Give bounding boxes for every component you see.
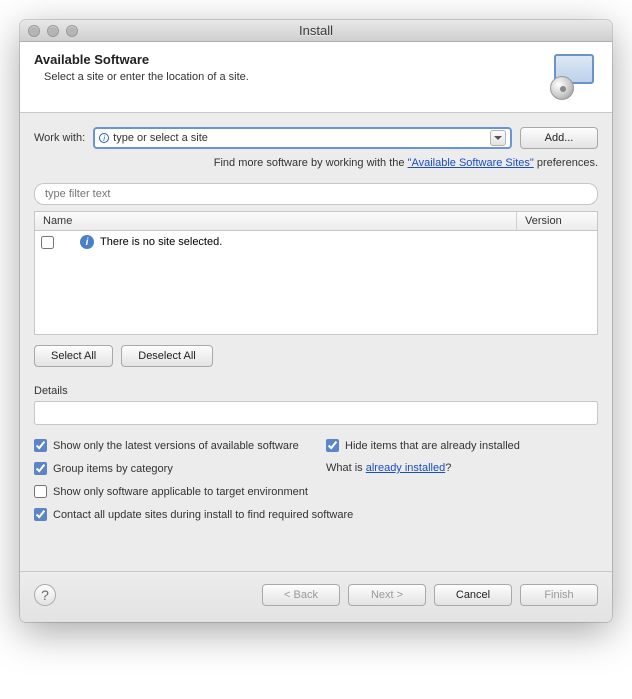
software-sites-hint: Find more software by working with the "… (34, 157, 598, 169)
opt-target-env-checkbox[interactable] (34, 485, 47, 498)
opt-target-env[interactable]: Show only software applicable to target … (34, 485, 598, 498)
add-site-button[interactable]: Add... (520, 127, 598, 149)
opt-contact-sites[interactable]: Contact all update sites during install … (34, 508, 598, 521)
next-button[interactable]: Next > (348, 584, 426, 606)
details-text (34, 401, 598, 425)
software-tree[interactable]: i There is no site selected. (34, 231, 598, 335)
what-installed-hint: What is already installed? (326, 462, 598, 475)
work-with-combo[interactable]: i type or select a site (93, 127, 512, 149)
available-sites-link[interactable]: "Available Software Sites" (408, 157, 534, 169)
column-name[interactable]: Name (35, 212, 517, 230)
details-label: Details (34, 385, 598, 397)
table-header: Name Version (34, 211, 598, 231)
opt-hide-installed-checkbox[interactable] (326, 439, 339, 452)
install-dialog: Install Available Software Select a site… (20, 20, 612, 622)
work-with-value: type or select a site (113, 132, 490, 144)
options-grid: Show only the latest versions of availab… (34, 439, 598, 521)
wizard-header: Available Software Select a site or ente… (20, 42, 612, 113)
page-title: Available Software (34, 52, 249, 67)
install-icon (550, 52, 598, 100)
back-button[interactable]: < Back (262, 584, 340, 606)
empty-message: There is no site selected. (100, 236, 222, 248)
row-checkbox[interactable] (41, 236, 54, 249)
page-subtitle: Select a site or enter the location of a… (34, 71, 249, 83)
already-installed-link[interactable]: already installed (366, 462, 446, 474)
filter-input[interactable] (34, 183, 598, 205)
help-button[interactable]: ? (34, 584, 56, 606)
titlebar: Install (20, 20, 612, 42)
opt-latest-checkbox[interactable] (34, 439, 47, 452)
select-all-button[interactable]: Select All (34, 345, 113, 367)
work-with-label: Work with: (34, 132, 85, 144)
table-row: i There is no site selected. (41, 235, 591, 249)
deselect-all-button[interactable]: Deselect All (121, 345, 212, 367)
opt-contact-sites-checkbox[interactable] (34, 508, 47, 521)
info-icon: i (80, 235, 94, 249)
info-icon: i (99, 133, 109, 143)
chevron-down-icon[interactable] (490, 130, 506, 146)
wizard-footer: ? < Back Next > Cancel Finish (20, 571, 612, 622)
opt-hide-installed[interactable]: Hide items that are already installed (326, 439, 598, 452)
column-version[interactable]: Version (517, 212, 597, 230)
opt-group-checkbox[interactable] (34, 462, 47, 475)
opt-group[interactable]: Group items by category (34, 462, 306, 475)
window-title: Install (20, 23, 612, 38)
opt-latest[interactable]: Show only the latest versions of availab… (34, 439, 306, 452)
cancel-button[interactable]: Cancel (434, 584, 512, 606)
finish-button[interactable]: Finish (520, 584, 598, 606)
